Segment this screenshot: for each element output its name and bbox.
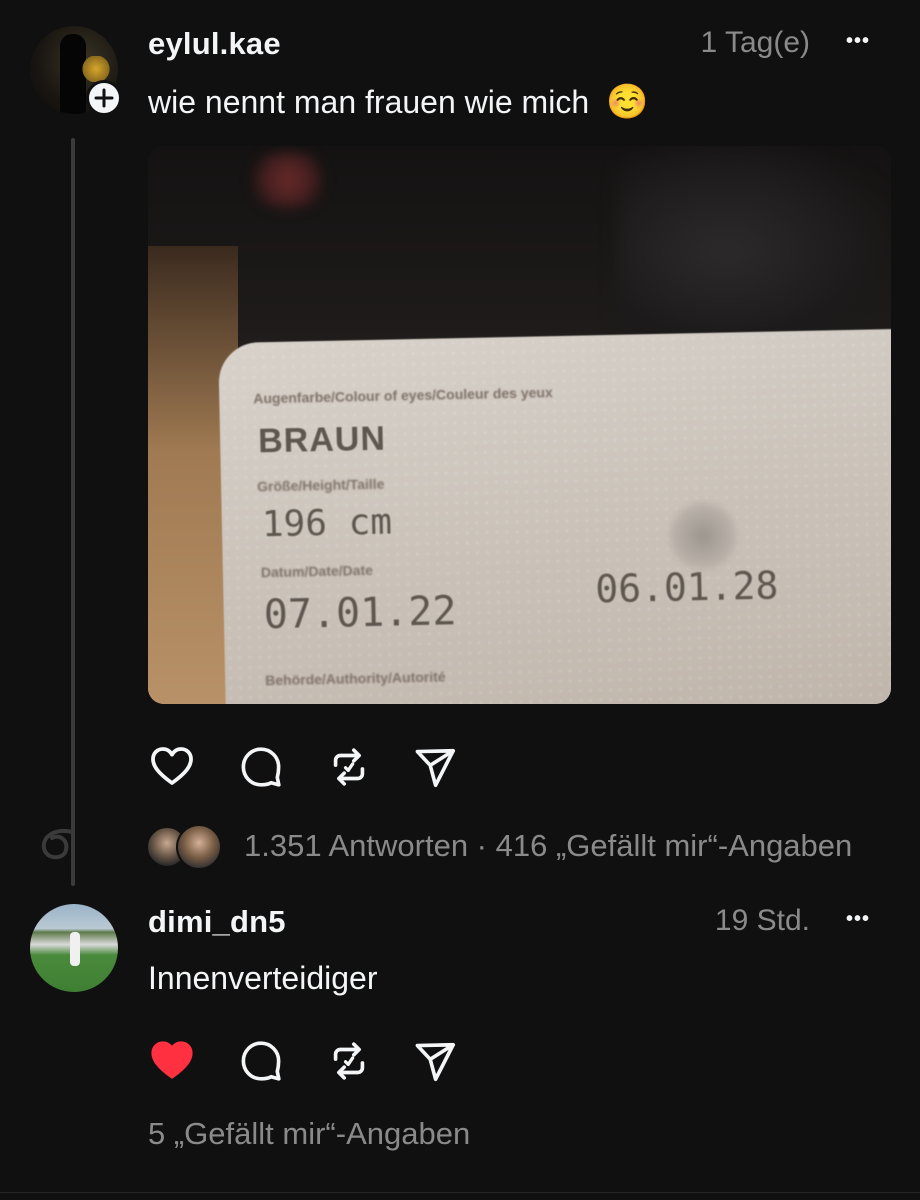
eye-label: Augenfarbe/Colour of eyes/Couleur des ye… — [253, 384, 553, 407]
expiry-value: 06.01.28 — [594, 563, 779, 612]
heart-icon — [151, 747, 193, 785]
share-button[interactable] — [412, 745, 458, 791]
reply-repost-button[interactable] — [326, 1038, 372, 1084]
height-label: Größe/Height/Taille — [256, 475, 385, 495]
post-image[interactable]: Augenfarbe/Colour of eyes/Couleur des ye… — [148, 146, 891, 704]
thread-line — [71, 138, 75, 886]
post-text: wie nennt man frauen wie mich ☺️ — [148, 82, 648, 122]
post-text-content: wie nennt man frauen wie mich — [148, 84, 590, 120]
comment-button[interactable] — [238, 744, 284, 790]
reply-comment-button[interactable] — [238, 1038, 284, 1084]
post-more-button[interactable]: ••• — [846, 30, 870, 53]
authority-label: Behörde/Authority/Autorité — [264, 668, 446, 689]
reply-username[interactable]: dimi_dn5 — [148, 904, 286, 940]
post-stats[interactable]: 1.351 Antworten · 416 „Gefällt mir“-Anga… — [244, 828, 852, 864]
thread-curl — [41, 829, 74, 860]
replier-avatar-2 — [176, 824, 222, 870]
id-card: Augenfarbe/Colour of eyes/Couleur des ye… — [218, 328, 891, 704]
reply-time: 19 Std. — [714, 904, 810, 937]
follow-plus-button[interactable] — [86, 80, 122, 116]
reply-share-button[interactable] — [412, 1039, 458, 1085]
post-username[interactable]: eylul.kae — [148, 26, 281, 62]
date-value: 07.01.22 — [263, 588, 457, 639]
comment-icon — [241, 747, 281, 787]
share-icon — [415, 1042, 456, 1082]
repost-button[interactable] — [326, 744, 372, 790]
reply-avatar[interactable] — [30, 904, 118, 992]
repost-icon — [333, 748, 365, 786]
comment-icon — [241, 1041, 281, 1081]
smile-emoji: ☺️ — [606, 83, 649, 121]
reply-avatar-player — [70, 932, 80, 966]
repost-icon — [333, 1042, 365, 1080]
eye-value: BRAUN — [257, 419, 387, 461]
reply-stats[interactable]: 5 „Gefällt mir“-Angaben — [148, 1116, 470, 1152]
like-button[interactable] — [148, 742, 196, 790]
bg-shape-right — [618, 146, 888, 356]
date-label: Datum/Date/Date — [260, 561, 374, 581]
post-time: 1 Tag(e) — [700, 26, 810, 59]
reply-text: Innenverteidiger — [148, 960, 378, 996]
reply-more-button[interactable]: ••• — [846, 908, 870, 931]
height-value: 196 cm — [261, 501, 393, 546]
share-icon — [415, 748, 456, 788]
reply-like-button[interactable] — [148, 1036, 196, 1084]
avatar-flowers — [82, 56, 110, 82]
bottom-divider — [0, 1192, 920, 1193]
heart-icon — [151, 1041, 193, 1079]
plus-icon — [94, 88, 114, 108]
hologram — [667, 500, 739, 572]
bg-red-blob — [248, 152, 328, 208]
